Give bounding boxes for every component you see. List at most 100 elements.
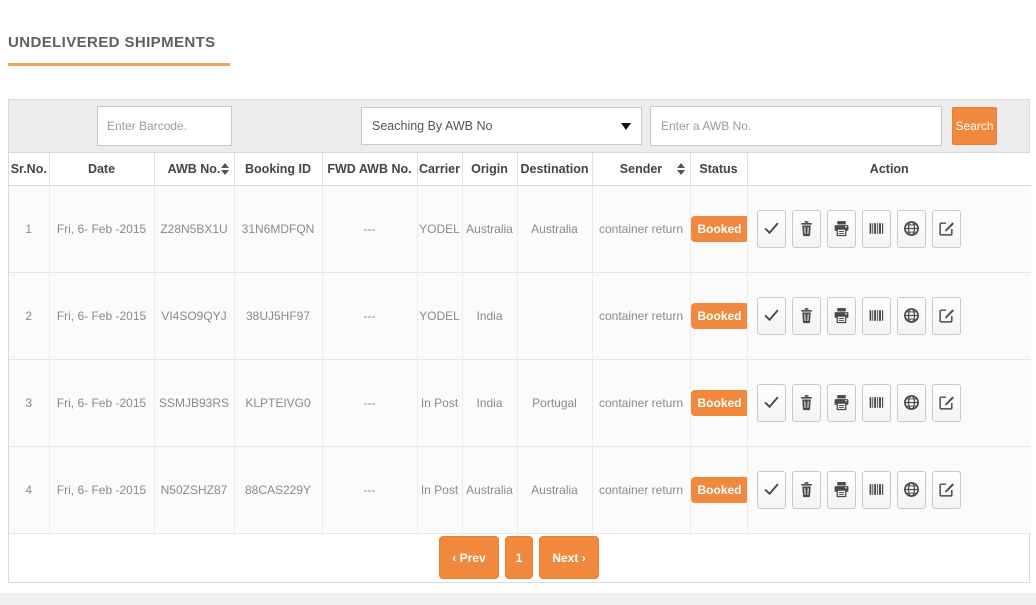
barcode-icon [868,220,885,237]
sort-icon[interactable] [677,163,685,175]
col-header-awb[interactable]: AWB No. [154,153,234,185]
trash-icon [798,481,815,498]
cell-awb: VI4SO9QYJ [154,272,234,359]
cell-date: Fri, 6- Feb -2015 [49,446,154,533]
check-icon [763,394,780,411]
edit-action-button[interactable] [932,471,961,509]
cell-fwd-awb: --- [322,446,417,533]
status-badge: Booked [691,216,748,242]
cell-sender: container return [592,185,690,272]
status-badge: Booked [691,477,748,503]
barcode-action-button[interactable] [862,297,891,335]
track-action-button[interactable] [897,210,926,248]
print-icon-button[interactable] [827,384,856,422]
status-badge: Booked [691,303,748,329]
print-icon-button[interactable] [827,297,856,335]
search-button[interactable]: Search [952,107,997,145]
col-header-fwd-awb: FWD AWB No. [322,153,417,185]
cell-srno: 3 [9,359,49,446]
next-page-button[interactable]: Next › [539,536,598,579]
pagination: ‹ Prev 1 Next › [9,534,1029,582]
globe-icon [903,220,920,237]
cell-srno: 1 [9,185,49,272]
approve-action-button[interactable] [757,384,786,422]
edit-action-button[interactable] [932,384,961,422]
awb-number-input[interactable] [650,106,942,146]
track-action-button[interactable] [897,471,926,509]
check-icon [763,481,780,498]
edit-icon [938,220,955,237]
printer-icon [833,481,850,498]
chevron-down-icon [621,123,631,130]
shipments-table: Sr.No. Date AWB No. Booking ID FWD AWB N… [9,153,1031,534]
delete-action-button[interactable] [792,210,821,248]
globe-icon [903,481,920,498]
approve-action-button[interactable] [757,471,786,509]
content-area: UNDELIVERED SHIPMENTS Seaching By AWB No… [8,0,1030,583]
cell-awb: Z28N5BX1U [154,185,234,272]
cell-fwd-awb: --- [322,272,417,359]
col-header-date: Date [49,153,154,185]
cell-srno: 4 [9,446,49,533]
cell-date: Fri, 6- Feb -2015 [49,359,154,446]
status-badge: Booked [691,390,748,416]
edit-icon [938,307,955,324]
col-header-action: Action [747,153,1031,185]
barcode-icon [868,394,885,411]
col-header-status: Status [690,153,747,185]
prev-page-button[interactable]: ‹ Prev [439,536,498,579]
barcode-icon [868,481,885,498]
cell-destination: Australia [517,185,592,272]
track-action-button[interactable] [897,384,926,422]
page-number-button[interactable]: 1 [505,536,534,579]
approve-action-button[interactable] [757,210,786,248]
col-header-sender-label: Sender [620,162,662,176]
cell-carrier: In Post [417,359,462,446]
cell-carrier: In Post [417,446,462,533]
cell-action [747,446,1031,533]
cell-awb: SSMJB93RS [154,359,234,446]
trash-icon [798,394,815,411]
print-icon-button[interactable] [827,471,856,509]
delete-action-button[interactable] [792,384,821,422]
cell-origin: India [462,359,517,446]
cell-date: Fri, 6- Feb -2015 [49,272,154,359]
printer-icon [833,220,850,237]
cell-fwd-awb: --- [322,359,417,446]
delete-action-button[interactable] [792,471,821,509]
edit-action-button[interactable] [932,210,961,248]
trash-icon [798,220,815,237]
cell-booking: 88CAS229Y [234,446,322,533]
search-by-select[interactable]: Seaching By AWB No [361,107,642,145]
cell-awb: N50ZSHZ87 [154,446,234,533]
cell-origin: Australia [462,185,517,272]
delete-action-button[interactable] [792,297,821,335]
search-by-selected-value: Seaching By AWB No [372,119,492,133]
table-row: 2 Fri, 6- Feb -2015 VI4SO9QYJ 38UJ5HF97 … [9,272,1031,359]
cell-sender: container return [592,359,690,446]
edit-action-button[interactable] [932,297,961,335]
barcode-action-button[interactable] [862,471,891,509]
cell-action [747,272,1031,359]
track-action-button[interactable] [897,297,926,335]
approve-action-button[interactable] [757,297,786,335]
table-header: Sr.No. Date AWB No. Booking ID FWD AWB N… [9,153,1031,185]
edit-icon [938,481,955,498]
cell-status: Booked [690,446,747,533]
col-header-sender[interactable]: Sender [592,153,690,185]
table-row: 3 Fri, 6- Feb -2015 SSMJB93RS KLPTEIVG0 … [9,359,1031,446]
cell-action [747,185,1031,272]
cell-origin: Australia [462,446,517,533]
shipments-panel: Seaching By AWB No Search Sr.No. Date AW… [8,99,1030,583]
print-icon-button[interactable] [827,210,856,248]
barcode-action-button[interactable] [862,384,891,422]
barcode-input[interactable] [97,106,232,146]
cell-action [747,359,1031,446]
col-header-awb-label: AWB No. [168,162,221,176]
page-title: UNDELIVERED SHIPMENTS [8,34,230,66]
globe-icon [903,307,920,324]
search-toolbar: Seaching By AWB No Search [9,100,1029,153]
sort-icon[interactable] [221,163,229,175]
col-header-booking: Booking ID [234,153,322,185]
barcode-action-button[interactable] [862,210,891,248]
